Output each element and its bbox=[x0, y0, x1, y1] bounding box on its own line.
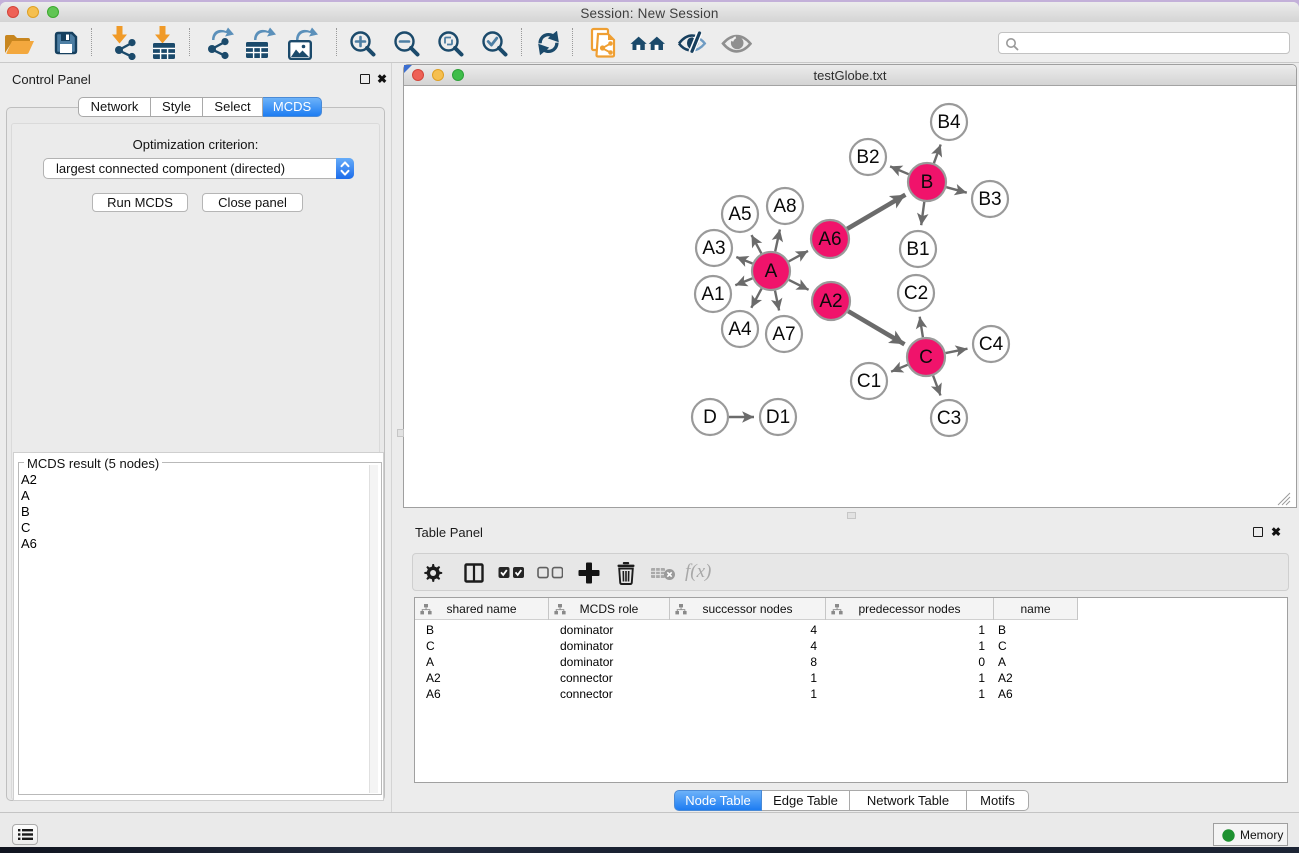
svg-text:C: C bbox=[919, 347, 933, 368]
svg-text:A7: A7 bbox=[772, 324, 795, 345]
svg-text:C2: C2 bbox=[904, 283, 928, 304]
svg-text:B3: B3 bbox=[978, 189, 1001, 210]
svg-text:A6: A6 bbox=[818, 229, 841, 250]
svg-text:D: D bbox=[703, 407, 717, 428]
svg-text:A: A bbox=[765, 261, 778, 282]
svg-text:C3: C3 bbox=[937, 408, 961, 429]
svg-text:B: B bbox=[921, 172, 934, 193]
svg-text:A2: A2 bbox=[819, 291, 842, 312]
svg-text:B1: B1 bbox=[906, 239, 929, 260]
svg-text:D1: D1 bbox=[766, 407, 790, 428]
svg-text:C1: C1 bbox=[857, 371, 881, 392]
svg-text:A3: A3 bbox=[702, 238, 725, 259]
svg-text:B4: B4 bbox=[937, 112, 961, 133]
svg-text:A1: A1 bbox=[701, 284, 724, 305]
svg-text:A5: A5 bbox=[728, 204, 751, 225]
svg-text:A8: A8 bbox=[773, 196, 796, 217]
svg-text:A4: A4 bbox=[728, 319, 752, 340]
svg-text:B2: B2 bbox=[856, 147, 879, 168]
svg-text:C4: C4 bbox=[979, 334, 1004, 355]
